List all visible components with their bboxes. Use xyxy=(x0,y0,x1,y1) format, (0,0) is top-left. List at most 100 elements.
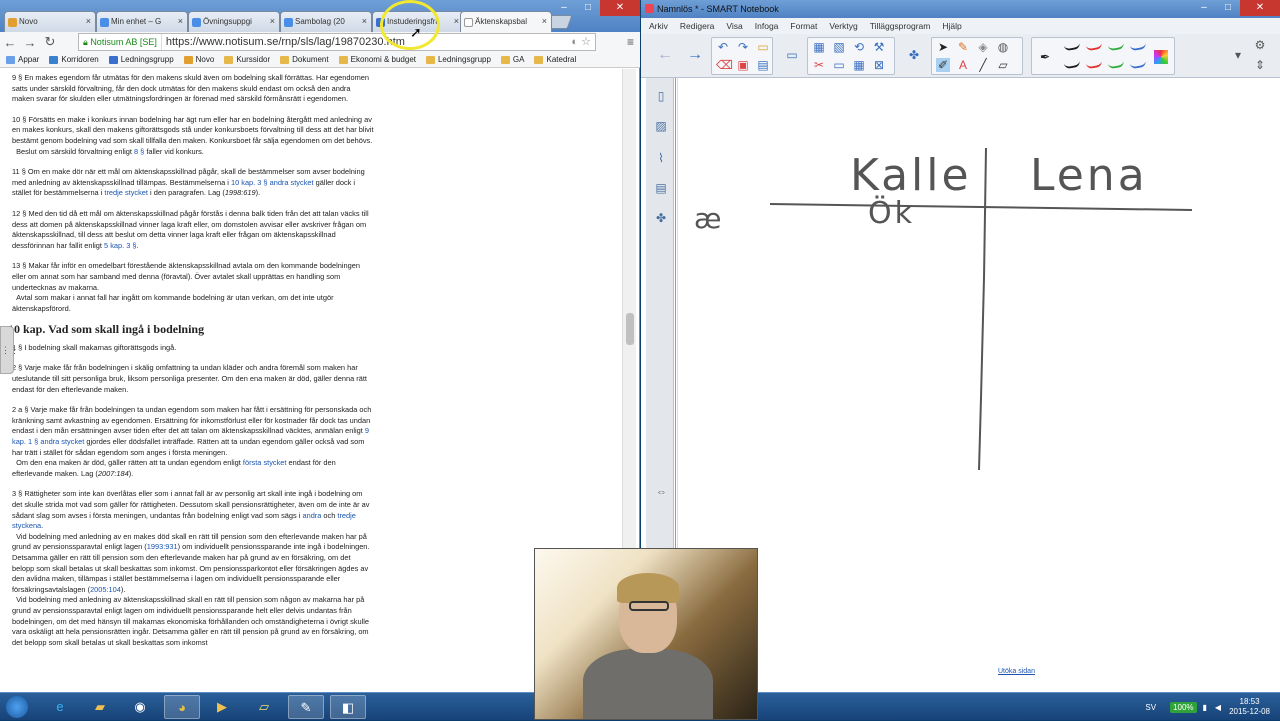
fill-icon[interactable]: ◍ xyxy=(996,40,1010,54)
menu-format[interactable]: Format xyxy=(790,21,817,31)
text-tool-icon[interactable]: A xyxy=(956,58,970,72)
close-tab-icon[interactable]: × xyxy=(270,16,275,26)
pen-style-green-icon[interactable] xyxy=(1107,40,1125,52)
menu-hjalp[interactable]: Hjälp xyxy=(942,21,961,31)
pen-style-green-thin-icon[interactable] xyxy=(1107,58,1125,70)
chrome-icon[interactable]: ◕ xyxy=(164,695,200,719)
delete-icon[interactable]: ⌫ xyxy=(716,58,733,72)
attachments-icon[interactable]: ⌇ xyxy=(653,150,669,166)
volume-icon[interactable]: ◀ xyxy=(1215,703,1221,712)
extend-page-link[interactable]: Utöka sidan xyxy=(998,668,1035,675)
next-page-icon[interactable]: → xyxy=(687,47,703,63)
bookmark-novo[interactable]: Novo xyxy=(183,55,214,64)
address-bar[interactable]: 🔒︎ Notisum AB [SE] https://www.notisum.s… xyxy=(78,33,596,51)
battery-indicator[interactable]: 100% xyxy=(1170,701,1197,713)
tab-ovningsuppgifter[interactable]: Övningsuppgi × xyxy=(188,11,280,32)
menu-visa[interactable]: Visa xyxy=(726,21,742,31)
tools-icon[interactable]: ⚒ xyxy=(872,40,886,54)
line-tool-icon[interactable]: ╱ xyxy=(976,58,990,72)
page-icon[interactable]: ▭ xyxy=(832,58,846,72)
start-button[interactable] xyxy=(6,696,28,718)
pen-style-red-icon[interactable] xyxy=(1085,40,1103,52)
bookmark-ekonomi[interactable]: Ekonomi & budget xyxy=(338,55,416,64)
addons-icon[interactable]: ✤ xyxy=(653,210,669,226)
bookmark-korridoren[interactable]: Korridoren xyxy=(49,55,99,64)
scrollbar-thumb[interactable] xyxy=(626,313,634,345)
close-window-icon[interactable]: ✕ xyxy=(1240,0,1280,16)
shape-tool-icon[interactable]: ▱ xyxy=(996,58,1010,72)
screen-display-icon[interactable]: ▭ xyxy=(785,48,799,62)
tab-sambolag[interactable]: Sambolag (20 × xyxy=(280,11,372,32)
law-link[interactable]: 10 kap. 3 § andra stycket xyxy=(231,178,314,187)
settings-gear-icon[interactable]: ⚙ xyxy=(1253,38,1267,52)
close-tab-icon[interactable]: × xyxy=(454,16,459,26)
law-link[interactable]: tredje stycket xyxy=(104,188,148,197)
pen-style-black-icon[interactable] xyxy=(1063,40,1081,52)
back-icon[interactable]: ← xyxy=(0,35,20,50)
open-folder-icon[interactable]: ▭ xyxy=(756,40,770,54)
gallery-icon[interactable]: ▨ xyxy=(653,118,669,134)
minimize-icon[interactable]: – xyxy=(1192,0,1216,16)
cut-icon[interactable]: ✂ xyxy=(812,58,826,72)
select-pointer-icon[interactable]: ➤ xyxy=(936,40,950,54)
law-link[interactable]: 8 § xyxy=(134,147,144,156)
media-center-icon[interactable]: ◉ xyxy=(122,695,158,719)
whiteboard-canvas[interactable]: Kalle Lena Ök æ Utöka sidan xyxy=(677,78,1280,692)
previous-page-icon[interactable]: ← xyxy=(657,47,673,63)
menu-verktyg[interactable]: Verktyg xyxy=(829,21,857,31)
maximize-icon[interactable]: □ xyxy=(576,0,600,16)
close-window-icon[interactable]: ✕ xyxy=(600,0,640,16)
minimize-icon[interactable]: – xyxy=(552,0,576,16)
resize-handle-icon[interactable]: ⇔ xyxy=(656,486,667,498)
pen-style-blue-icon[interactable] xyxy=(1129,40,1147,52)
tab-novo[interactable]: Novo × xyxy=(4,11,96,32)
forward-icon[interactable]: → xyxy=(20,35,40,50)
internet-explorer-icon[interactable]: e xyxy=(42,695,78,719)
reload-icon[interactable]: ↻ xyxy=(40,34,60,50)
screen-capture-icon[interactable]: ▧ xyxy=(832,40,846,54)
highlighter-icon[interactable]: ✎ xyxy=(956,40,970,54)
table-icon[interactable]: ▦ xyxy=(852,58,866,72)
paste-icon[interactable]: ▦ xyxy=(812,40,826,54)
shield-icon[interactable]: ◐ xyxy=(571,36,578,48)
close-tab-icon[interactable]: × xyxy=(178,16,183,26)
law-link[interactable]: andra xyxy=(302,511,321,520)
rotate-icon[interactable]: ⟲ xyxy=(852,40,866,54)
side-panel-handle-icon[interactable]: ⋮⋮ xyxy=(0,326,19,374)
toolbar-more-icon[interactable]: ▾ xyxy=(1231,48,1245,62)
notes-icon[interactable]: ▱ xyxy=(246,695,282,719)
maximize-icon[interactable]: □ xyxy=(1216,0,1240,16)
bookmark-appar[interactable]: Appar xyxy=(6,55,39,64)
close-tab-icon[interactable]: × xyxy=(86,16,91,26)
pen-tool-icon[interactable]: ✐ xyxy=(936,58,950,72)
law-link[interactable]: 1993:931 xyxy=(147,542,178,551)
law-link[interactable]: 2005:104 xyxy=(90,585,121,594)
bookmark-star-icon[interactable]: ☆ xyxy=(581,36,591,48)
pen-style-red-thin-icon[interactable] xyxy=(1085,58,1103,70)
bookmark-dokument[interactable]: Dokument xyxy=(280,55,329,64)
law-link[interactable]: 5 kap. 3 § xyxy=(104,241,136,250)
menu-arkiv[interactable]: Arkiv xyxy=(649,21,668,31)
bookmark-kurssidor[interactable]: Kurssidor xyxy=(224,55,270,64)
page-sorter-icon[interactable]: ▯ xyxy=(653,88,669,104)
pen-style-blue-thin-icon[interactable] xyxy=(1129,58,1147,70)
language-indicator[interactable]: SV xyxy=(1145,703,1156,712)
redo-icon[interactable]: ↷ xyxy=(736,40,750,54)
addon-icon[interactable]: ✤ xyxy=(907,48,921,62)
law-link[interactable]: första stycket xyxy=(243,458,287,467)
tab-aktenskapsbalk[interactable]: Äktenskapsbal × xyxy=(460,11,552,32)
eraser-icon[interactable]: ◈ xyxy=(976,40,990,54)
clear-page-icon[interactable]: ▣ xyxy=(736,58,750,72)
security-chip[interactable]: 🔒︎ Notisum AB [SE] xyxy=(79,34,162,50)
bookmark-ga[interactable]: GA xyxy=(500,55,524,64)
file-explorer-icon[interactable]: ▰ xyxy=(82,695,118,719)
close-tab-icon[interactable]: × xyxy=(362,16,367,26)
color-palette-icon[interactable] xyxy=(1154,50,1168,64)
close-tab-icon[interactable]: × xyxy=(542,16,547,26)
menu-redigera[interactable]: Redigera xyxy=(680,21,715,31)
smart-notebook-icon[interactable]: ✎ xyxy=(288,695,324,719)
tab-min-enhet[interactable]: Min enhet – G × xyxy=(96,11,188,32)
properties-icon[interactable]: ▤ xyxy=(653,180,669,196)
menu-tillaggsprogram[interactable]: Tilläggsprogram xyxy=(870,21,931,31)
pen-style-black-thin-icon[interactable] xyxy=(1063,58,1081,70)
